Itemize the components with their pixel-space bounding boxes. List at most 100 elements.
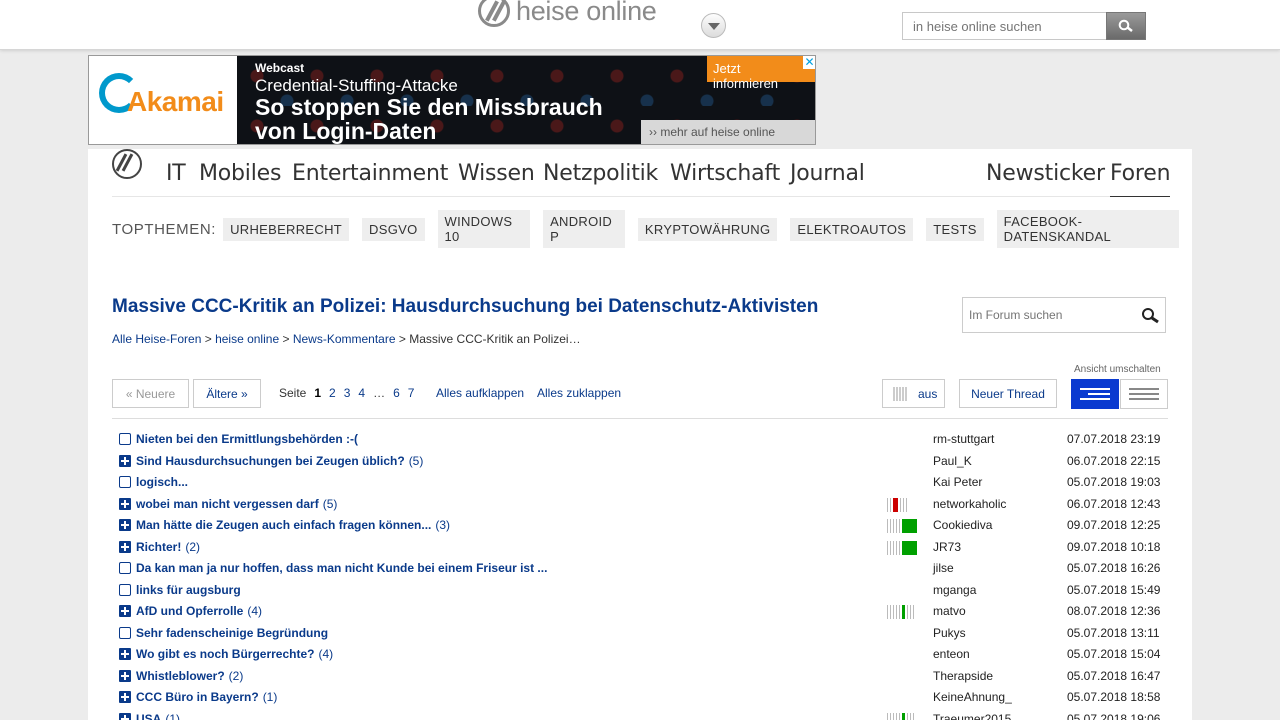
ad-close-icon[interactable]: ✕: [803, 56, 815, 69]
newer-button[interactable]: « Neuere: [112, 379, 189, 408]
nav-newsticker[interactable]: Newsticker: [986, 161, 1105, 186]
thread-author[interactable]: Therapside: [933, 669, 993, 683]
nav-mobiles[interactable]: Mobiles: [199, 161, 281, 186]
thread-title[interactable]: CCC Büro in Bayern? (1): [136, 690, 277, 704]
thread-author[interactable]: rm-stuttgart: [933, 432, 994, 446]
collapse-all-link[interactable]: Alles zuklappen: [537, 386, 621, 400]
expand-plus-icon[interactable]: [119, 605, 131, 617]
topic-tag[interactable]: ANDROID P: [543, 210, 625, 248]
thread-title[interactable]: Wo gibt es noch Bürgerrechte? (4): [136, 647, 333, 661]
breadcrumb-link[interactable]: Alle Heise-Foren: [112, 332, 201, 346]
heise-logo[interactable]: heise online: [478, 0, 657, 28]
topic-tag[interactable]: TESTS: [926, 217, 984, 241]
page-link[interactable]: 2: [329, 386, 336, 400]
thread-author[interactable]: JR73: [933, 540, 961, 554]
page-link[interactable]: 3: [344, 386, 351, 400]
expand-plus-icon[interactable]: [119, 497, 131, 510]
topic-tag[interactable]: ELEKTROAUTOS: [790, 217, 914, 241]
thread-row[interactable]: Whistleblower? (2) Therapside 05.07.2018 16…: [112, 666, 1168, 688]
thread-title[interactable]: Sind Hausdurchsuchungen bei Zeugen üblic…: [136, 454, 423, 468]
thread-row[interactable]: USA (1) Traeumer2015 05.07.2018 19:06: [112, 709, 1168, 720]
thread-title[interactable]: wobei man nicht vergessen darf (5): [136, 497, 337, 511]
expand-plus-icon[interactable]: [119, 519, 131, 531]
nav-foren[interactable]: Foren: [1110, 161, 1171, 197]
expand-plus-icon[interactable]: [119, 648, 131, 660]
thread-row[interactable]: Da kan man ja nur hoffen, dass man nicht…: [112, 558, 1168, 580]
topic-tag[interactable]: URHEBERRECHT: [223, 217, 350, 241]
ad-cta-button[interactable]: Jetzt informieren: [707, 56, 815, 91]
page-link[interactable]: 7: [408, 386, 415, 400]
page-title[interactable]: Massive CCC-Kritik an Polizei: Hausdurch…: [112, 296, 818, 318]
thread-row[interactable]: Nieten bei den Ermittlungsbehörden :-( rm…: [112, 429, 1168, 451]
pagination: Seite 1 2 3 4 … 6 7: [279, 386, 414, 400]
site-search-button[interactable]: [1106, 12, 1146, 40]
thread-author[interactable]: networkaholic: [933, 497, 1006, 511]
thread-row[interactable]: Sind Hausdurchsuchungen bei Zeugen üblic…: [112, 451, 1168, 473]
view-threaded-button[interactable]: [1071, 379, 1119, 409]
breadcrumb-link[interactable]: News-Kommentare: [293, 332, 396, 346]
expand-all-link[interactable]: Alles aufklappen: [436, 386, 524, 400]
nav-it[interactable]: IT: [166, 161, 186, 186]
topic-tag[interactable]: KRYPTOWÄHRUNG: [637, 217, 778, 241]
page-link[interactable]: 4: [358, 386, 365, 400]
thread-author[interactable]: mganga: [933, 583, 976, 597]
thread-author[interactable]: Kai Peter: [933, 475, 982, 489]
thread-title-text: wobei man nicht vergessen darf: [136, 496, 319, 511]
thread-row[interactable]: CCC Büro in Bayern? (1) KeineAhnung_ 05.07.…: [112, 687, 1168, 709]
forum-search: [962, 297, 1166, 333]
page-link-current[interactable]: 1: [314, 386, 321, 400]
thread-author[interactable]: matvo: [933, 604, 966, 618]
nav-wissen[interactable]: Wissen: [458, 161, 535, 186]
thread-title[interactable]: Man hätte die Zeugen auch einfach fragen…: [136, 518, 450, 532]
thread-title[interactable]: Da kan man ja nur hoffen, dass man nicht…: [136, 561, 547, 575]
expand-plus-icon[interactable]: [119, 669, 131, 682]
expand-plus-icon[interactable]: [119, 540, 131, 553]
thread-title[interactable]: Whistleblower? (2): [136, 669, 243, 683]
nav-netzpolitik[interactable]: Netzpolitik: [543, 161, 658, 186]
thread-title[interactable]: Nieten bei den Ermittlungsbehörden :-(: [136, 432, 358, 446]
thread-author[interactable]: Cookiediva: [933, 518, 992, 532]
nav-wirtschaft[interactable]: Wirtschaft: [670, 161, 780, 186]
thread-author[interactable]: enteon: [933, 647, 970, 661]
ad-more-link[interactable]: ›› mehr auf heise online: [641, 120, 815, 144]
thread-author[interactable]: jilse: [933, 561, 954, 575]
topic-tag[interactable]: WINDOWS 10: [437, 210, 531, 248]
expand-plus-icon[interactable]: [119, 712, 131, 720]
topic-tag[interactable]: FACEBOOK-DATENSKANDAL: [996, 210, 1179, 248]
nav-entertainment[interactable]: Entertainment: [292, 161, 448, 186]
thread-author[interactable]: Traeumer2015: [933, 712, 1011, 720]
thread-author[interactable]: KeineAhnung_: [933, 690, 1012, 704]
thread-title[interactable]: USA (1): [136, 712, 180, 720]
site-search-input[interactable]: [902, 12, 1106, 40]
thread-author[interactable]: Pukys: [933, 626, 966, 640]
rating-toggle-button[interactable]: aus: [882, 379, 945, 408]
view-flat-button[interactable]: [1120, 379, 1168, 409]
expand-plus-icon[interactable]: [119, 454, 131, 467]
thread-row[interactable]: Man hätte die Zeugen auch einfach fragen…: [112, 515, 1168, 537]
thread-title[interactable]: links für augsburg: [136, 583, 241, 597]
forum-search-input[interactable]: [963, 298, 1133, 332]
menu-dropdown-button[interactable]: [701, 13, 726, 38]
thread-title[interactable]: AfD und Opferrolle (4): [136, 604, 262, 618]
new-thread-button[interactable]: Neuer Thread: [959, 379, 1057, 408]
nav-journal[interactable]: Journal: [790, 161, 865, 186]
topic-tag[interactable]: DSGVO: [362, 217, 425, 241]
thread-title[interactable]: Richter! (2): [136, 540, 200, 554]
thread-row[interactable]: Richter! (2) JR73 09.07.2018 10:18: [112, 537, 1168, 559]
thread-title[interactable]: Sehr fadenscheinige Begründung: [136, 626, 328, 640]
ad-banner[interactable]: Akamai Webcast Credential-Stuffing-Attac…: [88, 55, 816, 145]
page-link[interactable]: 6: [393, 386, 400, 400]
thread-row[interactable]: wobei man nicht vergessen darf (5) network…: [112, 494, 1168, 516]
thread-row[interactable]: links für augsburg mganga 05.07.2018 15:49: [112, 580, 1168, 602]
thread-row[interactable]: AfD und Opferrolle (4) matvo 08.07.2018 12:…: [112, 601, 1168, 623]
expand-plus-icon[interactable]: [119, 691, 131, 703]
older-button[interactable]: Ältere »: [193, 379, 261, 408]
thread-author[interactable]: Paul_K: [933, 454, 972, 468]
thread-row[interactable]: Sehr fadenscheinige Begründung Pukys 05.07…: [112, 623, 1168, 645]
thread-row[interactable]: logisch... Kai Peter 05.07.2018 19:03: [112, 472, 1168, 494]
breadcrumb-link[interactable]: heise online: [215, 332, 279, 346]
heise-home-icon[interactable]: [112, 149, 142, 179]
thread-title[interactable]: logisch...: [136, 475, 188, 489]
thread-row[interactable]: Wo gibt es noch Bürgerrechte? (4) enteon 05…: [112, 644, 1168, 666]
search-icon[interactable]: [1141, 307, 1159, 325]
